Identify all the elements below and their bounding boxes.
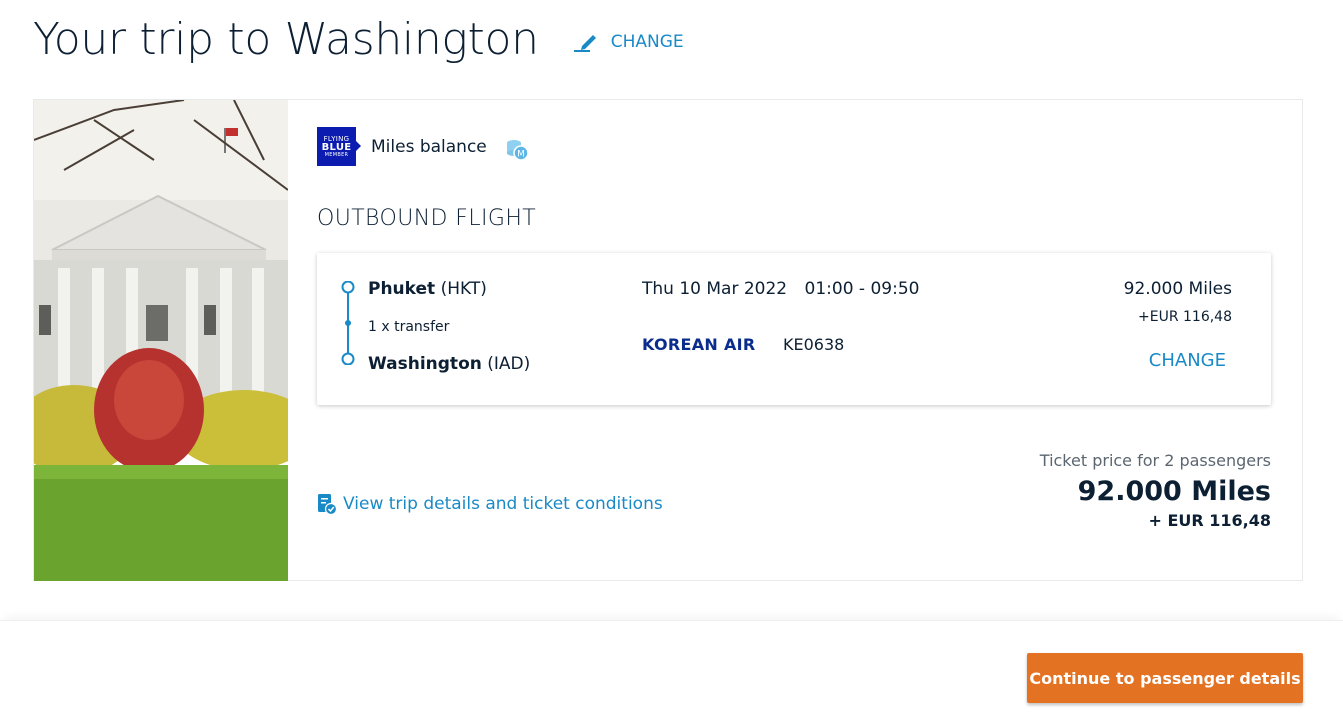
transfer-count: 1 x transfer	[368, 319, 450, 335]
origin-code: (HKT)	[440, 279, 487, 299]
destination-city: Washington	[368, 354, 482, 374]
page-title: Your trip to Washington	[33, 14, 539, 65]
miles-balance-row: FLYING BLUE MEMBER Miles balance M	[317, 127, 529, 166]
logo-line2: BLUE	[321, 141, 352, 153]
korean-air-logo: KOREAN AIR	[642, 335, 756, 354]
airline-name: KOREAN AIR	[642, 335, 756, 354]
trip-details-link[interactable]: View trip details and ticket conditions	[317, 492, 663, 516]
origin-city: Phuket	[368, 279, 436, 299]
flying-blue-logo: FLYING BLUE MEMBER	[317, 127, 361, 166]
origin-airport: Phuket (HKT)	[368, 279, 487, 299]
continue-button[interactable]: Continue to passenger details	[1027, 653, 1303, 703]
total-miles-price: 92.000 Miles	[1077, 476, 1271, 507]
ticket-conditions-icon	[318, 494, 337, 516]
trip-card: FLYING BLUE MEMBER Miles balance M OUTBO…	[33, 99, 1303, 581]
flight-miles-price: 92.000 Miles	[1123, 279, 1232, 299]
coins-icon[interactable]: M	[505, 138, 529, 162]
route-line-icon	[341, 281, 355, 365]
flight-date: Thu 10 Mar 2022	[642, 279, 788, 299]
trip-content: FLYING BLUE MEMBER Miles balance M OUTBO…	[317, 100, 1302, 580]
svg-text:M: M	[517, 149, 525, 159]
flight-number: KE0638	[783, 335, 845, 354]
total-eur-price: + EUR 116,48	[1148, 511, 1271, 530]
trip-details-label: View trip details and ticket conditions	[343, 494, 663, 514]
outbound-flight-title: OUTBOUND FLIGHT	[317, 206, 537, 231]
footer-bar: Continue to passenger details	[0, 620, 1343, 722]
ticket-price-label: Ticket price for 2 passengers	[1039, 451, 1271, 470]
price-summary: Ticket price for 2 passengers 92.000 Mil…	[1040, 451, 1271, 530]
logo-line3: MEMBER	[324, 151, 349, 158]
change-flight-link[interactable]: CHANGE	[1149, 350, 1226, 371]
destination-photo	[34, 100, 288, 581]
destination-code: (IAD)	[487, 354, 531, 374]
flight-datetime: Thu 10 Mar 2022 01:00 - 09:50	[642, 279, 919, 299]
page-header: Your trip to Washington CHANGE	[33, 10, 684, 70]
pencil-icon	[573, 35, 596, 52]
flight-eur-price: +EUR 116,48	[1138, 309, 1232, 325]
flight-time: 01:00 - 09:50	[804, 279, 920, 299]
destination-airport: Washington (IAD)	[368, 354, 530, 374]
change-destination-link[interactable]: CHANGE	[573, 31, 684, 53]
outbound-flight-card: Phuket (HKT) 1 x transfer Washington (IA…	[317, 253, 1271, 405]
change-link-label: CHANGE	[610, 32, 684, 52]
miles-balance-label: Miles balance	[371, 136, 487, 157]
